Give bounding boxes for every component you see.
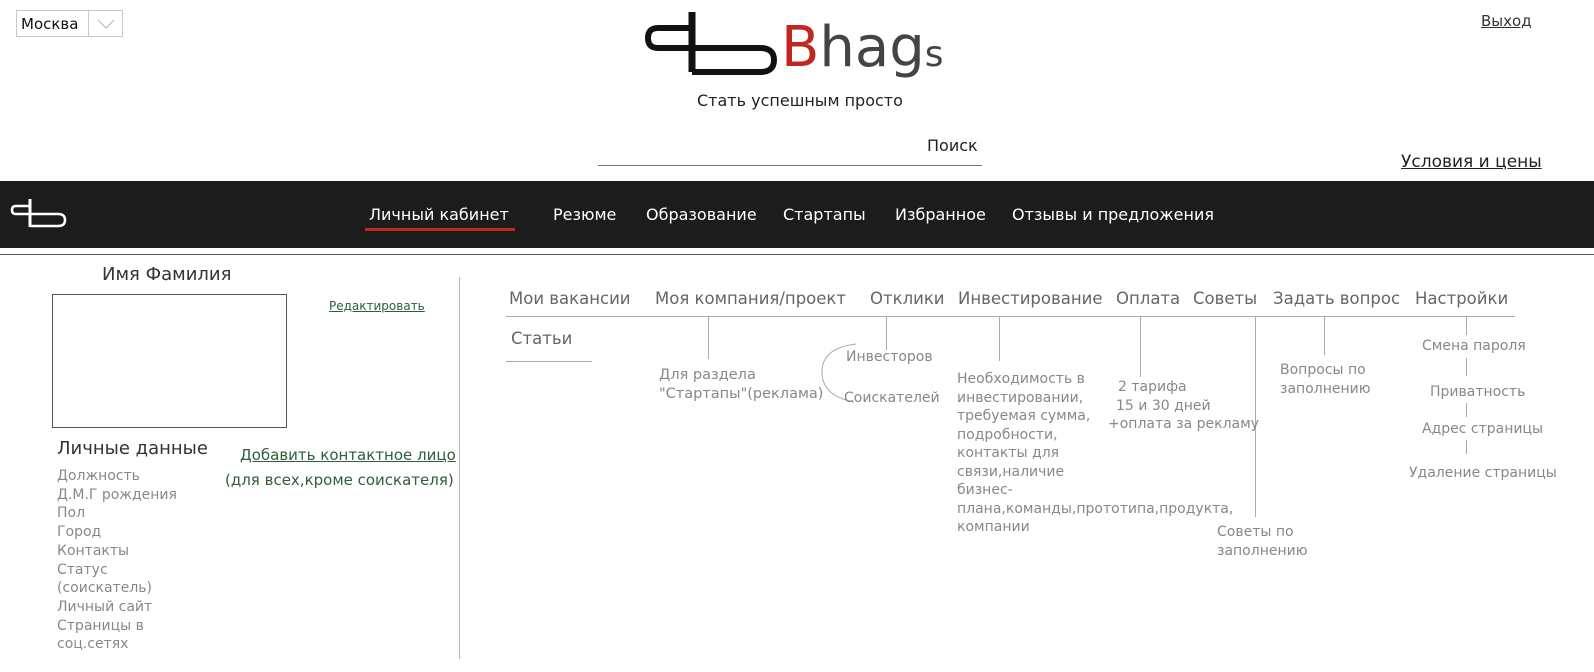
search-label: Поиск bbox=[927, 136, 978, 155]
tab-settings[interactable]: Настройки bbox=[1415, 289, 1508, 308]
nav-divider bbox=[0, 254, 1594, 255]
field-contacts[interactable]: Контакты bbox=[57, 542, 227, 561]
field-birthdate[interactable]: Д.М.Г рождения bbox=[57, 486, 227, 505]
tab-my-company[interactable]: Моя компания/проект bbox=[655, 289, 846, 308]
nav-item-resume[interactable]: Резюме bbox=[553, 205, 616, 224]
add-contact-link[interactable]: Добавить контактное лицо bbox=[240, 446, 456, 464]
tab-payment[interactable]: Оплата bbox=[1116, 289, 1180, 308]
tab-articles[interactable]: Статьи bbox=[511, 329, 572, 348]
nav-item-favorites[interactable]: Избранное bbox=[895, 205, 986, 224]
field-gender[interactable]: Пол bbox=[57, 504, 227, 523]
tab-my-vacancies[interactable]: Мои вакансии bbox=[509, 289, 631, 308]
tab-advice[interactable]: Советы bbox=[1193, 289, 1257, 308]
connector-responses bbox=[886, 317, 887, 350]
field-social-pages[interactable]: Страницы в соц.сетях bbox=[57, 617, 152, 654]
nav-item-education[interactable]: Образование bbox=[646, 205, 757, 224]
annotation-change-password: Смена пароля bbox=[1422, 338, 1526, 354]
profile-photo[interactable] bbox=[52, 294, 287, 428]
city-select[interactable]: Москва bbox=[16, 10, 123, 37]
annotation-investors: Инвесторов bbox=[846, 349, 933, 365]
connector-company bbox=[708, 317, 709, 359]
field-city[interactable]: Город bbox=[57, 523, 227, 542]
connector-payment bbox=[1140, 317, 1141, 377]
logo-icon bbox=[644, 8, 784, 78]
city-label: Москва bbox=[21, 15, 79, 33]
annotation-payment-tariffs: 2 тарифа bbox=[1118, 379, 1187, 395]
field-website[interactable]: Личный сайт bbox=[57, 598, 227, 617]
annotation-advice: Советы по заполнению bbox=[1217, 524, 1308, 559]
personal-fields-list: Должность Д.М.Г рождения Пол Город Конта… bbox=[57, 467, 227, 654]
nav-logo-icon[interactable] bbox=[10, 197, 68, 229]
articles-divider bbox=[506, 361, 592, 362]
annotation-seekers: Соискателей bbox=[844, 390, 940, 406]
active-nav-indicator bbox=[365, 228, 515, 231]
annotation-page-address: Адрес страницы bbox=[1422, 421, 1544, 437]
annotation-payment-ads: +оплата за рекламу bbox=[1108, 416, 1259, 432]
terms-and-prices-link[interactable]: Условия и цены bbox=[1401, 152, 1542, 172]
annotation-delete-page: Удаление страницы bbox=[1409, 465, 1557, 481]
tab-investing[interactable]: Инвестирование bbox=[958, 289, 1102, 308]
edit-profile-link[interactable]: Редактировать bbox=[329, 299, 425, 313]
main-navbar: Личный кабинет Резюме Образование Старта… bbox=[0, 181, 1594, 248]
column-divider bbox=[459, 277, 460, 659]
nav-item-cabinet[interactable]: Личный кабинет bbox=[369, 205, 509, 224]
logo-wordmark: Bhags bbox=[781, 15, 944, 80]
annotation-company: Для раздела "Стартапы"(реклама) bbox=[659, 367, 824, 402]
chevron-down-icon[interactable] bbox=[88, 11, 122, 36]
connector-settings-4 bbox=[1466, 440, 1467, 454]
field-position[interactable]: Должность bbox=[57, 467, 227, 486]
field-status[interactable]: Статус (соискатель) bbox=[57, 561, 167, 598]
connector-settings bbox=[1466, 317, 1467, 335]
annotation-investing: Необходимость в инвестировании, требуема… bbox=[957, 371, 1234, 535]
contact-note: (для всех,кроме соискателя) bbox=[225, 471, 454, 489]
tagline: Стать успешным просто bbox=[697, 91, 903, 110]
connector-question bbox=[1324, 317, 1325, 355]
annotation-privacy: Приватность bbox=[1430, 384, 1526, 400]
profile-name: Имя Фамилия bbox=[102, 264, 232, 285]
annotation-payment-days: 15 и 30 дней bbox=[1116, 398, 1211, 414]
nav-item-startups[interactable]: Стартапы bbox=[783, 205, 866, 224]
tabs-divider bbox=[506, 316, 1515, 317]
tab-ask-question[interactable]: Задать вопрос bbox=[1273, 289, 1400, 308]
search-input[interactable] bbox=[598, 165, 982, 166]
annotation-question: Вопросы по заполнению bbox=[1280, 362, 1371, 397]
personal-data-title: Личные данные bbox=[57, 438, 208, 459]
nav-item-feedback[interactable]: Отзывы и предложения bbox=[1012, 205, 1214, 224]
connector-settings-3 bbox=[1466, 403, 1467, 417]
connector-settings-2 bbox=[1466, 358, 1467, 376]
logout-link[interactable]: Выход bbox=[1481, 12, 1532, 30]
connector-investing bbox=[999, 317, 1000, 361]
tab-responses[interactable]: Отклики bbox=[870, 289, 945, 308]
